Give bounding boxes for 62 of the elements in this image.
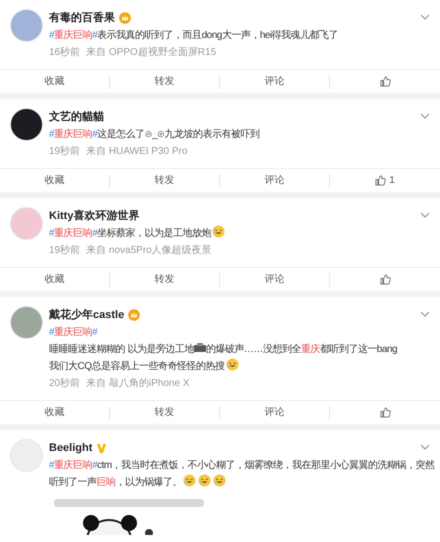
post-text: 睡睡睡迷迷糊糊的 以为是旁边工地 xyxy=(49,344,194,355)
action-button[interactable]: 评论 xyxy=(220,70,330,93)
topic-link[interactable]: #重庆巨响# xyxy=(49,327,98,338)
post-text: ，以为锅爆了。 xyxy=(116,477,182,488)
laughing-face-icon xyxy=(226,358,238,371)
laughing-face-icon xyxy=(198,474,211,487)
action-button[interactable]: 收藏 xyxy=(0,268,110,291)
post-source: 来自 HUAWEI P30 Pro xyxy=(86,144,188,159)
action-button[interactable]: 收藏 xyxy=(0,401,110,424)
author-name[interactable]: Kitty喜欢环游世界 xyxy=(49,208,140,224)
post-time: 16秒前 xyxy=(49,46,80,60)
action-button[interactable]: 转发 xyxy=(110,169,220,192)
laughing-face-icon xyxy=(212,225,226,238)
action-button[interactable]: 评论 xyxy=(220,401,330,424)
chevron-down-icon[interactable] xyxy=(420,14,430,20)
author-name[interactable]: 有毒的百香果 xyxy=(49,10,115,26)
chevron-down-icon[interactable] xyxy=(420,444,430,450)
keyword-link[interactable]: 巨响 xyxy=(96,477,116,488)
thumbs-up-icon xyxy=(380,274,390,285)
post-text: 这是怎么了⊙_⊙九龙坡的表示有被吓到 xyxy=(97,129,260,140)
author-name[interactable]: 文艺的貓貓 xyxy=(49,108,104,126)
post-text: 的爆破声……没想到全 xyxy=(206,344,301,355)
thumbs-up-icon xyxy=(375,175,386,186)
crown-badge-icon xyxy=(119,12,131,24)
post-time: 19秒前 xyxy=(49,144,80,159)
post-text: 表示我真的听到了，而且dong大一声，hei得我魂儿都飞了 xyxy=(97,30,338,41)
like-button[interactable]: 1 xyxy=(330,169,440,192)
action-button[interactable]: 评论 xyxy=(220,169,330,192)
verified-badge-icon xyxy=(96,442,108,454)
post-text: ctm，我当时在煮饭，不小心糊了，烟雾缭绕，我在那里小心翼翼的洗糊锅，突然 xyxy=(97,460,435,471)
action-button[interactable]: 转发 xyxy=(110,401,220,424)
thumbs-up-icon xyxy=(380,76,390,87)
topic-link[interactable]: #重庆巨响# xyxy=(49,30,98,41)
laughing-face-icon xyxy=(213,474,226,487)
action-button[interactable]: 收藏 xyxy=(0,169,110,192)
action-button[interactable]: 收藏 xyxy=(0,70,110,93)
post-time: 20秒前 xyxy=(49,376,80,391)
keyword-link[interactable]: 重庆 xyxy=(300,344,320,355)
topic-link[interactable]: #重庆巨响# xyxy=(49,129,98,140)
author-name[interactable]: 戴花少年castle xyxy=(49,306,124,324)
sticker-icon xyxy=(194,343,206,353)
action-button[interactable]: 转发 xyxy=(110,70,220,93)
topic-link[interactable]: #重庆巨响# xyxy=(49,228,98,239)
avatar[interactable] xyxy=(10,108,43,141)
post-source: 来自 OPPO超视野全面屏R15 xyxy=(86,46,216,60)
action-button[interactable]: 转发 xyxy=(110,268,220,291)
post-source: 来自 敲八角的iPhone X xyxy=(86,376,190,391)
post-text: 听到了一声 xyxy=(49,477,96,488)
topic-link[interactable]: #重庆巨响# xyxy=(49,460,98,471)
post-text: 坐标蔡家，以为是工地放炮 xyxy=(97,228,212,239)
laughing-face-icon xyxy=(183,474,196,487)
post-text: 我们大CQ总是容易上一些奇奇怪怪的热搜 xyxy=(49,361,224,372)
chevron-down-icon[interactable] xyxy=(420,113,430,119)
action-button[interactable]: 评论 xyxy=(220,268,330,291)
post-source: 来自 nova5Pro人像超级夜景 xyxy=(86,244,212,258)
thumbs-up-icon xyxy=(380,407,390,418)
post-time: 19秒前 xyxy=(49,244,80,258)
post-text: 都听到了这一bang xyxy=(320,344,398,355)
chevron-down-icon[interactable] xyxy=(420,212,430,218)
chevron-down-icon[interactable] xyxy=(420,311,430,317)
author-name[interactable]: Beelight xyxy=(49,440,92,456)
crown-badge-icon xyxy=(128,309,140,321)
